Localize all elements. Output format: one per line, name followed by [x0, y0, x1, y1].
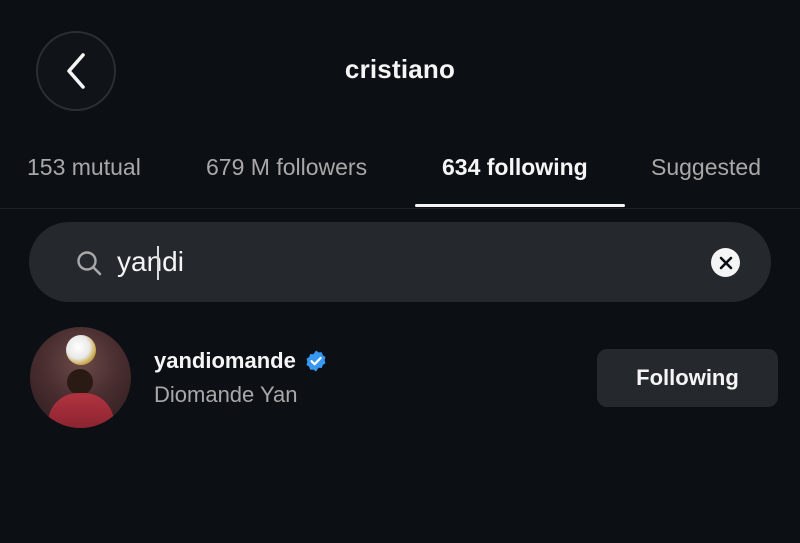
tab-mutual[interactable]: 153 mutual — [27, 154, 141, 181]
close-icon — [719, 256, 732, 269]
following-button[interactable]: Following — [597, 349, 778, 407]
result-username[interactable]: yandiomande — [154, 348, 296, 374]
screen: cristiano 153 mutual 679 M followers 634… — [0, 0, 800, 543]
search-input[interactable] — [117, 240, 677, 284]
avatar-head — [67, 369, 93, 395]
clear-search-button[interactable] — [711, 248, 740, 277]
avatar-body — [48, 393, 114, 428]
tab-following[interactable]: 634 following — [442, 154, 588, 181]
search-bar — [29, 222, 771, 302]
tab-bar: 153 mutual 679 M followers 634 following… — [0, 140, 800, 209]
page-title: cristiano — [344, 54, 456, 84]
tab-followers[interactable]: 679 M followers — [206, 154, 367, 181]
active-tab-indicator — [415, 204, 625, 207]
text-cursor — [157, 246, 159, 280]
avatar-ball — [66, 335, 96, 365]
avatar[interactable] — [30, 327, 131, 428]
search-icon — [77, 251, 102, 276]
result-full-name: Diomande Yan — [154, 382, 298, 407]
verified-badge-icon — [306, 350, 326, 372]
tab-suggested[interactable]: Suggested — [651, 154, 761, 181]
result-username-row[interactable]: yandiomande — [154, 348, 328, 374]
